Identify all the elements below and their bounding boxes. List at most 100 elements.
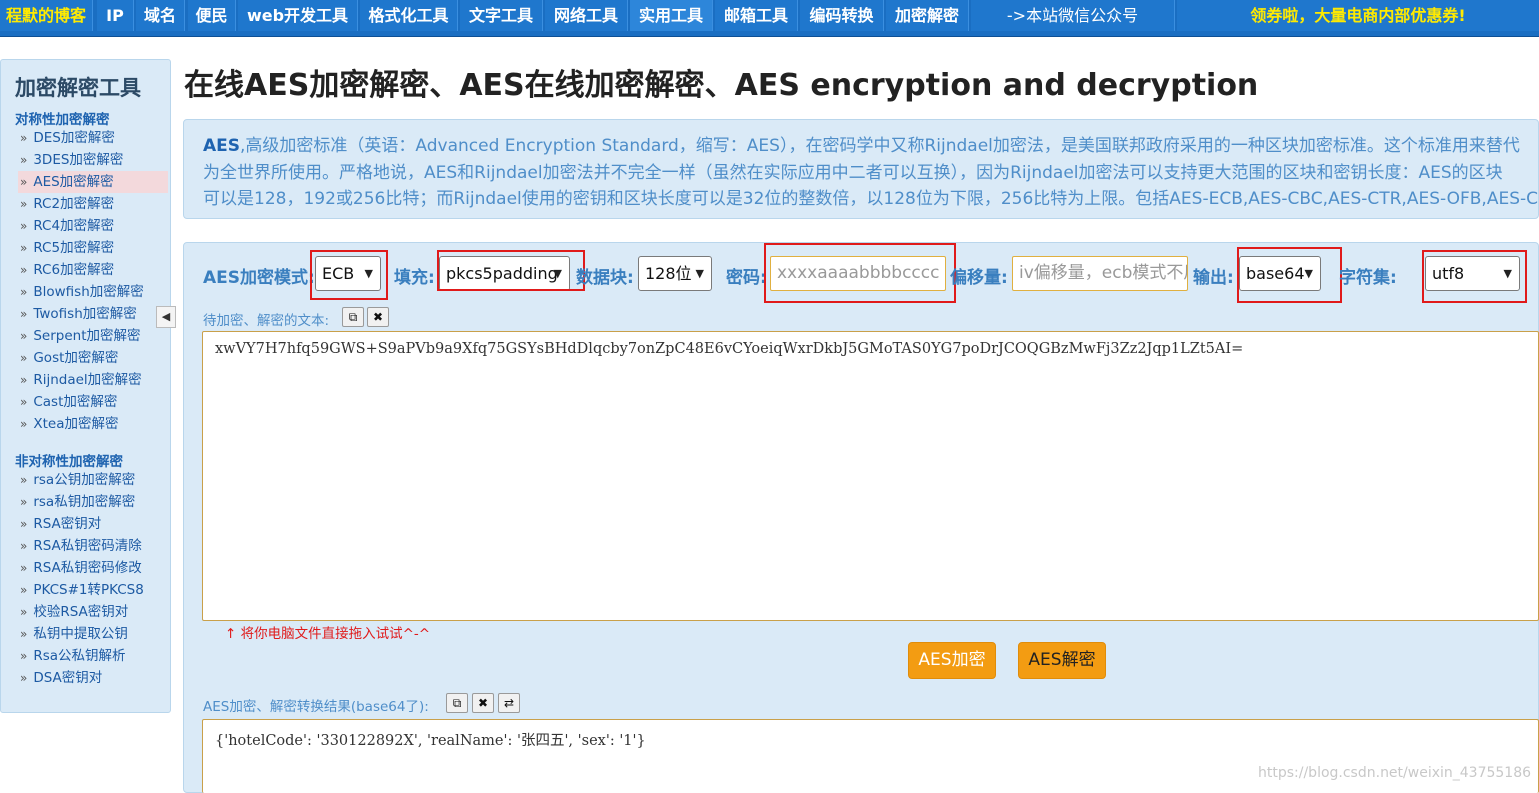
sidebar-symmetric-item[interactable]: » RC6加密解密: [18, 259, 168, 281]
input-textarea[interactable]: xwVY7H7hfq59GWS+S9aPVb9a9Xfq75GSYsBHdDlq…: [202, 331, 1539, 621]
nav-item-ip[interactable]: IP: [97, 0, 134, 31]
sidebar-symmetric-item-label: Xtea加密解密: [33, 416, 119, 432]
nav-item-network-tools[interactable]: 网络工具: [545, 0, 628, 31]
watermark: https://blog.csdn.net/weixin_43755186: [1258, 765, 1532, 781]
sidebar-section-asymmetric: 非对称性加密解密: [15, 454, 123, 470]
double-chevron-right-icon: »: [20, 649, 28, 663]
double-chevron-right-icon: »: [20, 197, 28, 211]
double-chevron-right-icon: »: [20, 605, 28, 619]
sidebar-symmetric-item[interactable]: » Cast加密解密: [18, 391, 168, 413]
nav-item-format-tools[interactable]: 格式化工具: [360, 0, 458, 31]
sidebar-symmetric-item[interactable]: » Xtea加密解密: [18, 413, 168, 435]
sidebar-symmetric-list: » DES加密解密 » 3DES加密解密 » AES加密解密 » RC2加密解密 » RC4加密解…: [18, 127, 168, 435]
double-chevron-right-icon: »: [20, 627, 28, 641]
sidebar-symmetric-item[interactable]: » RC2加密解密: [18, 193, 168, 215]
sidebar-asymmetric-item[interactable]: » rsa私钥加密解密: [18, 491, 168, 513]
copy-input-button[interactable]: ⧉: [342, 307, 364, 327]
nav-item-blog[interactable]: 程默的博客: [0, 0, 93, 31]
sidebar-collapse-icon[interactable]: ◀: [156, 306, 176, 328]
double-chevron-right-icon: »: [20, 395, 28, 409]
mode-label: AES加密模式:: [203, 268, 315, 288]
sidebar-asymmetric-list: » rsa公钥加密解密 » rsa私钥加密解密 » RSA密钥对 » RSA私钥密码清除 » RS…: [18, 469, 168, 689]
copy-output-button[interactable]: ⧉: [446, 693, 468, 713]
top-nav: 程默的博客 IP 域名 便民 web开发工具 格式化工具 文字工具 网络工具 实…: [0, 0, 1539, 37]
nav-item-email-tools[interactable]: 邮箱工具: [715, 0, 798, 31]
output-format-select-value: base64: [1246, 264, 1305, 283]
sidebar-symmetric-item[interactable]: » Gost加密解密: [18, 347, 168, 369]
padding-select[interactable]: pkcs5padding ▼: [439, 256, 570, 291]
clear-icon: ✖: [372, 310, 384, 324]
sidebar-asymmetric-item[interactable]: » RSA私钥密码清除: [18, 535, 168, 557]
sidebar-asymmetric-item-label: DSA密钥对: [33, 670, 103, 686]
sidebar-asymmetric-item-label: Rsa公私钥解析: [33, 648, 126, 664]
mode-select[interactable]: ECB ▼: [315, 256, 381, 291]
sidebar-symmetric-item[interactable]: » DES加密解密: [18, 127, 168, 149]
nav-item-encoding[interactable]: 编码转换: [800, 0, 884, 31]
copy-icon: ⧉: [348, 310, 358, 324]
sidebar-symmetric-item-label: RC6加密解密: [33, 262, 115, 278]
sidebar-symmetric-item[interactable]: » RC4加密解密: [18, 215, 168, 237]
password-input[interactable]: xxxxaaaabbbbcccc: [770, 256, 946, 291]
sidebar-asymmetric-item[interactable]: » Rsa公私钥解析: [18, 645, 168, 667]
sidebar-asymmetric-item[interactable]: » PKCS#1转PKCS8: [18, 579, 168, 601]
copy-icon: ⧉: [452, 696, 462, 710]
sidebar-symmetric-item-label: AES加密解密: [33, 174, 114, 190]
sidebar-asymmetric-item[interactable]: » 私钥中提取公钥: [18, 623, 168, 645]
clear-output-button[interactable]: ✖: [472, 693, 494, 713]
page-title: 在线AES加密解密、AES在线加密解密、AES encryption and d…: [184, 68, 1259, 103]
chevron-down-icon: ▼: [1503, 267, 1512, 280]
sidebar-symmetric-item[interactable]: » Rijndael加密解密: [18, 369, 168, 391]
sidebar-asymmetric-item[interactable]: » RSA私钥密码修改: [18, 557, 168, 579]
charset-select-value: utf8: [1432, 264, 1465, 283]
sidebar-symmetric-item[interactable]: » Blowfish加密解密: [18, 281, 168, 303]
sidebar-symmetric-item[interactable]: » AES加密解密: [18, 171, 168, 193]
double-chevron-right-icon: »: [20, 351, 28, 365]
nav-item-text-tools[interactable]: 文字工具: [460, 0, 543, 31]
double-chevron-right-icon: »: [20, 153, 28, 167]
sidebar-section-symmetric: 对称性加密解密: [15, 112, 110, 128]
charset-select[interactable]: utf8 ▼: [1425, 256, 1520, 291]
nav-promo-link[interactable]: 领券啦，大量电商内部优惠券!: [1177, 0, 1539, 31]
nav-item-convenience[interactable]: 便民: [188, 0, 236, 31]
padding-label: 填充:: [394, 268, 435, 288]
output-textarea[interactable]: {'hotelCode': '330122892X', 'realName': …: [202, 719, 1539, 793]
sidebar-symmetric-item-label: Gost加密解密: [33, 350, 119, 366]
clear-input-button[interactable]: ✖: [367, 307, 389, 327]
nav-item-encrypt-decrypt[interactable]: 加密解密: [886, 0, 969, 31]
iv-input[interactable]: iv偏移量，ecb模式不用填写: [1012, 256, 1188, 291]
sidebar-asymmetric-item-label: rsa私钥加密解密: [33, 494, 136, 510]
sidebar-symmetric-item[interactable]: » Twofish加密解密: [18, 303, 168, 325]
sidebar-symmetric-item-label: DES加密解密: [33, 130, 115, 146]
sidebar-symmetric-item[interactable]: » Serpent加密解密: [18, 325, 168, 347]
intro-line-1: ,高级加密标准（英语：Advanced Encryption Standard，…: [240, 136, 1520, 156]
swap-button[interactable]: ⇄: [498, 693, 520, 713]
double-chevron-right-icon: »: [20, 539, 28, 553]
double-chevron-right-icon: »: [20, 373, 28, 387]
sidebar-symmetric-item[interactable]: » RC5加密解密: [18, 237, 168, 259]
chevron-down-icon: ▼: [553, 267, 562, 280]
input-label: 待加密、解密的文本:: [203, 313, 330, 329]
double-chevron-right-icon: »: [20, 307, 28, 321]
sidebar-asymmetric-item[interactable]: » 校验RSA密钥对: [18, 601, 168, 623]
nav-item-domain[interactable]: 域名: [136, 0, 185, 31]
sidebar-asymmetric-item[interactable]: » RSA密钥对: [18, 513, 168, 535]
sidebar-asymmetric-item-label: PKCS#1转PKCS8: [33, 582, 144, 598]
aes-decrypt-button[interactable]: AES解密: [1018, 642, 1106, 679]
output-format-select[interactable]: base64 ▼: [1239, 256, 1321, 291]
sidebar-symmetric-item[interactable]: » 3DES加密解密: [18, 149, 168, 171]
sidebar-asymmetric-item[interactable]: » rsa公钥加密解密: [18, 469, 168, 491]
nav-item-wechat[interactable]: ->本站微信公众号: [971, 0, 1175, 31]
sidebar-asymmetric-item-label: rsa公钥加密解密: [33, 472, 136, 488]
sidebar-asymmetric-item-label: RSA密钥对: [33, 516, 102, 532]
double-chevron-right-icon: »: [20, 495, 28, 509]
nav-item-practical-tools[interactable]: 实用工具: [630, 0, 713, 31]
sidebar-symmetric-item-label: Serpent加密解密: [33, 328, 141, 344]
sidebar-symmetric-item-label: RC5加密解密: [33, 240, 115, 256]
sidebar-asymmetric-item[interactable]: » DSA密钥对: [18, 667, 168, 689]
block-size-select[interactable]: 128位 ▼: [638, 256, 712, 291]
nav-item-web-dev-tools[interactable]: web开发工具: [238, 0, 358, 31]
sidebar-symmetric-item-label: RC2加密解密: [33, 196, 115, 212]
double-chevron-right-icon: »: [20, 329, 28, 343]
aes-encrypt-button[interactable]: AES加密: [908, 642, 996, 679]
chevron-down-icon: ▼: [1304, 267, 1313, 280]
